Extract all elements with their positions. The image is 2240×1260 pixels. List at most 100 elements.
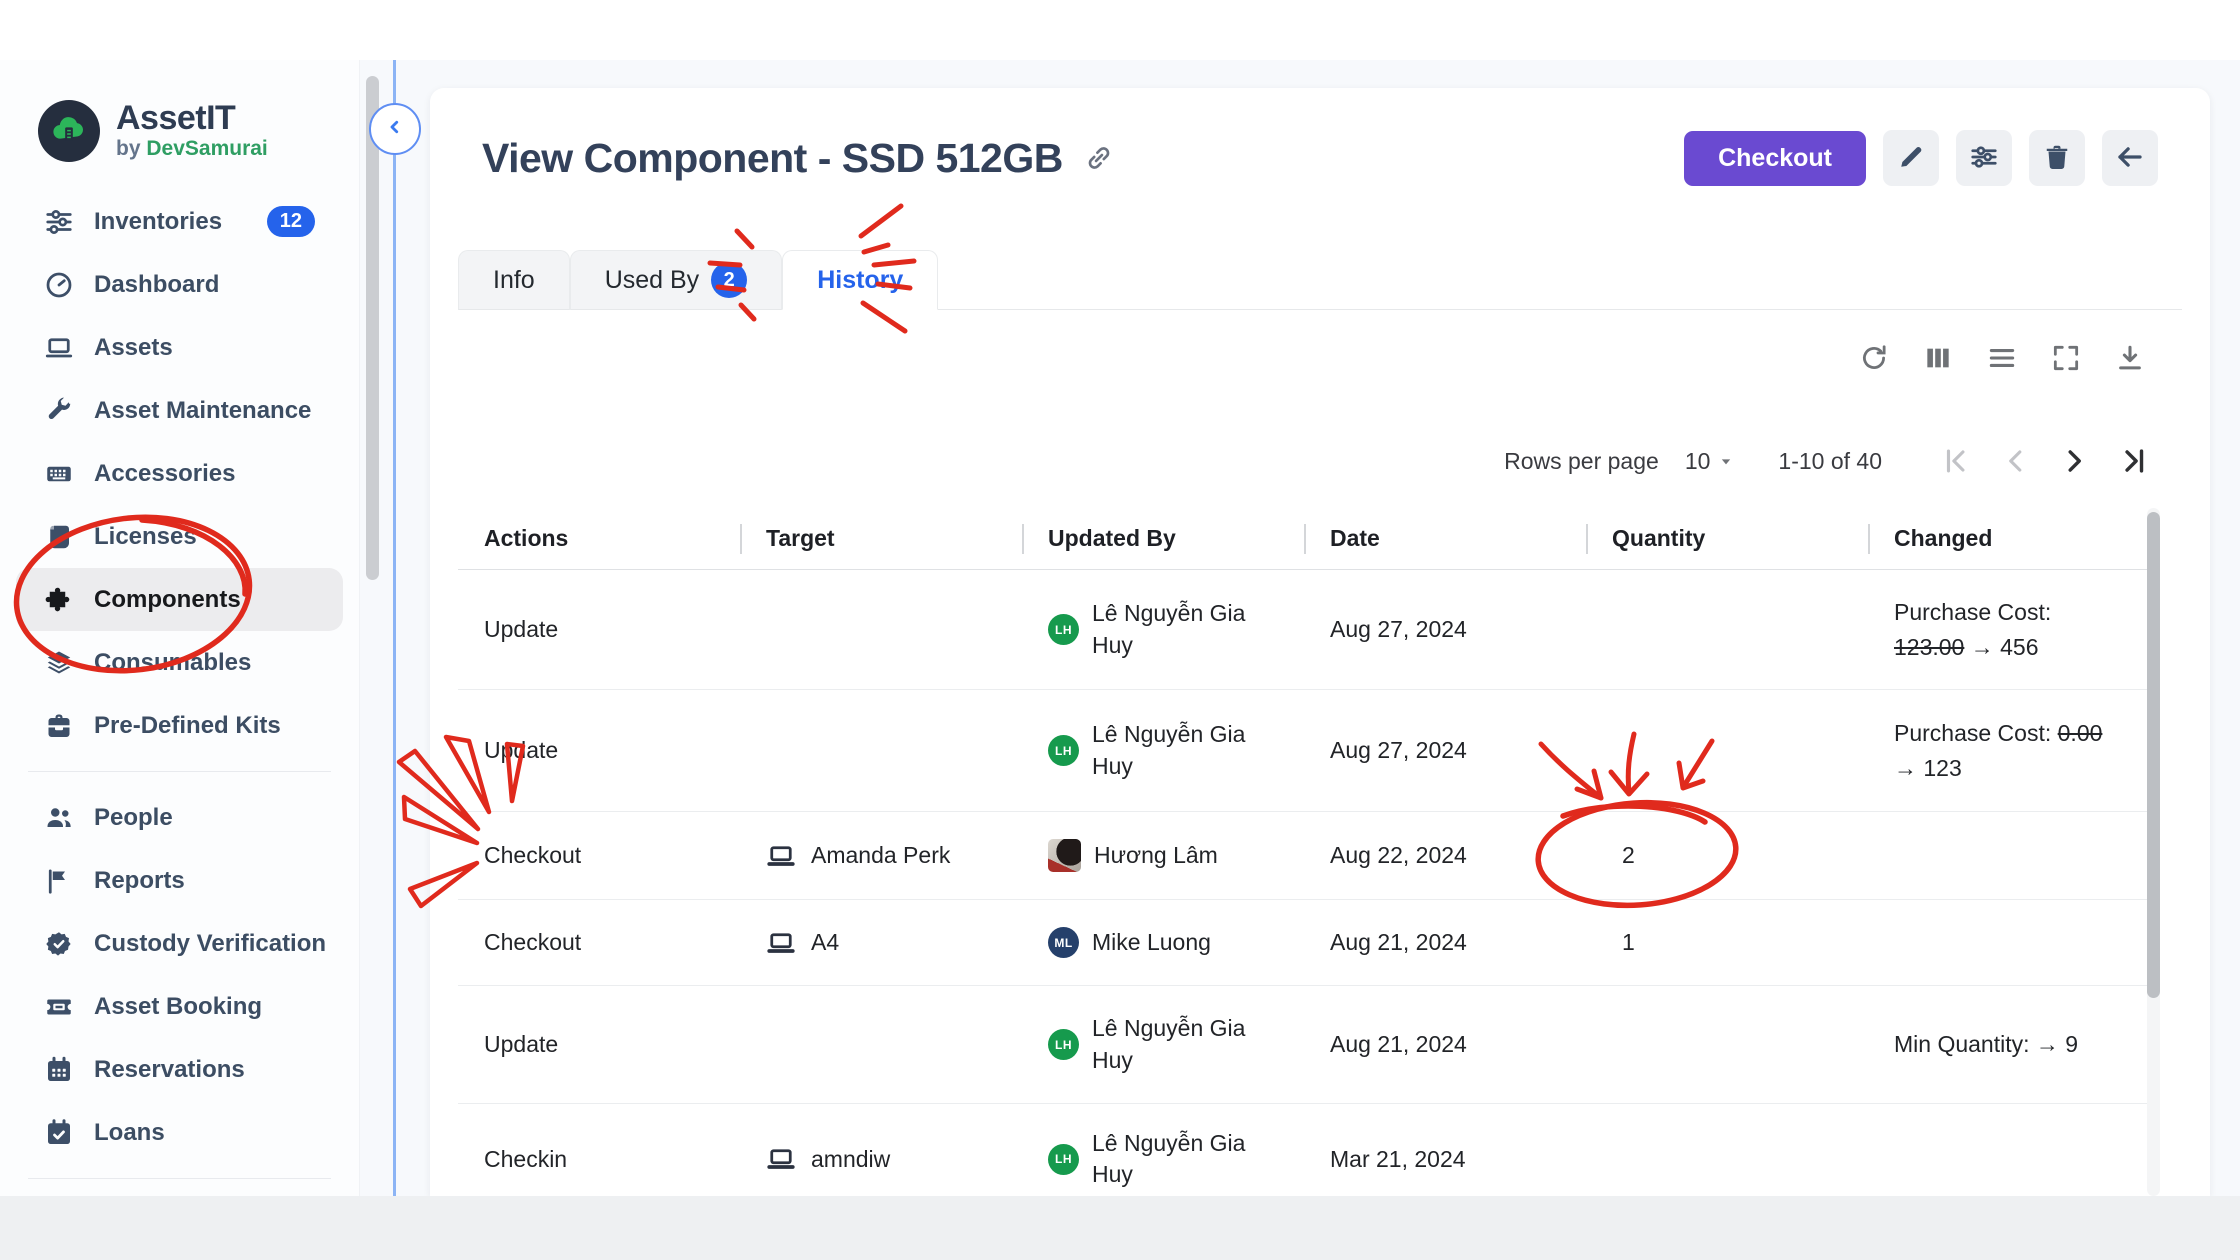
sidebar-item-licenses[interactable]: Licenses <box>16 505 343 568</box>
inventories-count-badge: 12 <box>267 206 315 237</box>
sidebar-item-assets[interactable]: Assets <box>16 316 343 379</box>
target-name: A4 <box>811 929 839 956</box>
sidebar-item-consumables[interactable]: Consumables <box>16 631 343 694</box>
calendar-check-icon <box>44 1118 74 1148</box>
header-actions: Checkout <box>1684 130 2158 186</box>
tab-history[interactable]: History <box>782 250 938 310</box>
cell-updated-by: LH Lê Nguyễn Gia Huy <box>1022 986 1304 1103</box>
table-row: Update LH Lê Nguyễn Gia Huy Aug 27, 2024… <box>458 690 2150 812</box>
settings-button[interactable] <box>1956 130 2012 186</box>
sidebar-item-custody-verification[interactable]: Custody Verification <box>16 912 343 975</box>
table-body: Update LH Lê Nguyễn Gia Huy Aug 27, 2024… <box>458 570 2150 1196</box>
refresh-icon[interactable] <box>1858 342 1890 374</box>
back-button[interactable] <box>2102 130 2158 186</box>
sidebar-item-label: People <box>94 804 173 832</box>
gauge-icon <box>44 270 74 300</box>
avatar: ML <box>1048 927 1079 958</box>
flag-icon <box>44 866 74 896</box>
rows-per-page-select[interactable]: 10 <box>1685 448 1737 475</box>
sidebar-collapse-button[interactable] <box>369 103 421 155</box>
cell-action: Update <box>458 570 740 689</box>
sidebar-item-components[interactable]: Components <box>16 568 343 631</box>
sidebar-item-people[interactable]: People <box>16 786 343 849</box>
cell-quantity <box>1586 986 1868 1103</box>
column-header-changed[interactable]: Changed <box>1868 508 2150 569</box>
toolbox-icon <box>44 711 74 741</box>
cell-target <box>740 690 1022 811</box>
sidebar-item-asset-booking[interactable]: Asset Booking <box>16 975 343 1038</box>
download-icon[interactable] <box>2114 342 2146 374</box>
sidebar-scrollbar[interactable] <box>366 76 379 580</box>
arrow-left-icon <box>2115 142 2145 175</box>
cell-changed <box>1868 838 2150 874</box>
sidebar-item-pre-defined-kits[interactable]: Pre-Defined Kits <box>16 694 343 757</box>
column-header-quantity[interactable]: Quantity <box>1586 508 1868 569</box>
column-header-date[interactable]: Date <box>1304 508 1586 569</box>
cell-action: Checkout <box>458 812 740 899</box>
sidebar-item-asset-maintenance[interactable]: Asset Maintenance <box>16 379 343 442</box>
sidebar-item-loans[interactable]: Loans <box>16 1101 343 1164</box>
sidebar-item-accessories[interactable]: Accessories <box>16 442 343 505</box>
table-row: Checkout Amanda Perk Hương Lâm Aug 22, 2… <box>458 812 2150 900</box>
tab-used-by[interactable]: Used By 2 <box>570 250 782 310</box>
tab-info[interactable]: Info <box>458 250 570 310</box>
used-by-count-badge: 2 <box>711 262 747 298</box>
sidebar-item-label: Reports <box>94 867 185 895</box>
first-page-icon[interactable] <box>1938 444 1972 478</box>
cell-changed: Purchase Cost: 0.00 → 123 <box>1868 698 2150 803</box>
cell-action: Checkout <box>458 900 740 985</box>
table-scrollbar-thumb[interactable] <box>2147 512 2160 998</box>
bottom-band <box>0 1196 2240 1260</box>
avatar: LH <box>1048 735 1079 766</box>
user-name: Lê Nguyễn Gia Huy <box>1092 598 1264 660</box>
density-icon[interactable] <box>1986 342 2018 374</box>
cell-target <box>740 570 1022 689</box>
sidebar-item-label: Licenses <box>94 523 197 551</box>
checkout-button[interactable]: Checkout <box>1684 131 1866 186</box>
byline-prefix: by <box>116 137 141 160</box>
column-header-target[interactable]: Target <box>740 508 1022 569</box>
target-name: Amanda Perk <box>811 842 950 869</box>
column-header-actions[interactable]: Actions <box>458 508 740 569</box>
chevron-left-icon <box>382 114 408 145</box>
user-name: Lê Nguyễn Gia Huy <box>1092 1128 1264 1190</box>
cell-date: Aug 22, 2024 <box>1304 812 1586 899</box>
laptop-icon <box>766 1144 796 1174</box>
sidebar-item-inventories[interactable]: Inventories 12 <box>16 190 343 253</box>
pencil-icon <box>1896 142 1926 175</box>
previous-page-icon[interactable] <box>1998 444 2032 478</box>
trash-icon <box>2042 142 2072 175</box>
column-header-updated-by[interactable]: Updated By <box>1022 508 1304 569</box>
user-name: Lê Nguyễn Gia Huy <box>1092 719 1264 781</box>
assetit-logo-icon <box>38 100 100 162</box>
table-row: Checkout A4 ML Mike Luong Aug 21, 2024 1 <box>458 900 2150 986</box>
view-component-card: View Component - SSD 512GB Checkout Info… <box>430 88 2210 1196</box>
card-header: View Component - SSD 512GB Checkout <box>482 130 2158 186</box>
link-icon[interactable] <box>1083 142 1115 174</box>
sidebar-item-label: Inventories <box>94 208 222 236</box>
rows-per-page-value: 10 <box>1685 448 1711 475</box>
sidebar-item-dashboard[interactable]: Dashboard <box>16 253 343 316</box>
next-page-icon[interactable] <box>2058 444 2092 478</box>
fullscreen-icon[interactable] <box>2050 342 2082 374</box>
table-scrollbar[interactable] <box>2147 508 2160 1196</box>
tab-label: Used By <box>605 266 699 295</box>
tab-label: History <box>817 266 903 295</box>
cell-updated-by: ML Mike Luong <box>1022 900 1304 985</box>
delete-button[interactable] <box>2029 130 2085 186</box>
columns-icon[interactable] <box>1922 342 1954 374</box>
sidebar-item-reservations[interactable]: Reservations <box>16 1038 343 1101</box>
keyboard-icon <box>44 459 74 489</box>
ticket-icon <box>44 992 74 1022</box>
brand: AssetIT by DevSamurai <box>0 96 359 166</box>
sidebar-item-label: Accessories <box>94 460 235 488</box>
cell-target <box>740 986 1022 1103</box>
cell-changed: Purchase Cost: 123.00 → 456 <box>1868 577 2150 682</box>
tab-bar: Info Used By 2 History <box>458 250 2182 310</box>
byline-company: DevSamurai <box>146 137 267 160</box>
edit-button[interactable] <box>1883 130 1939 186</box>
last-page-icon[interactable] <box>2118 444 2152 478</box>
sidebar-resize-handle[interactable] <box>393 60 396 1196</box>
scroll-icon <box>44 522 74 552</box>
sidebar-item-reports[interactable]: Reports <box>16 849 343 912</box>
